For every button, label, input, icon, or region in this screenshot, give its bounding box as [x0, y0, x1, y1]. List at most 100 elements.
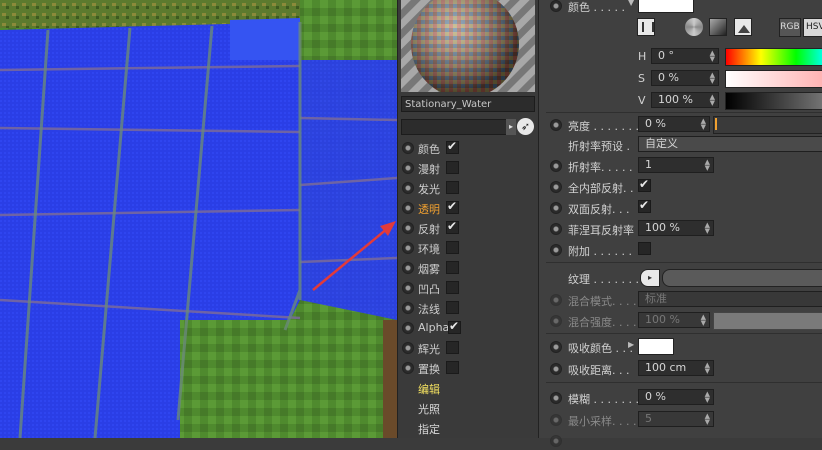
channel-row[interactable]: 透明 — [398, 198, 539, 218]
texture-label: 纹理 . . . . . . . — [568, 273, 639, 286]
channel-checkbox[interactable] — [446, 161, 459, 174]
tab-edit[interactable]: 编辑 — [418, 381, 440, 397]
additive-label: 附加 . . . . . . — [568, 245, 632, 258]
absorption-distance-input[interactable]: 100 cm ▲ ▼ — [638, 360, 714, 376]
row-double-sided: 双面反射. . . — [539, 198, 822, 217]
saturation-input[interactable]: 0 % ▲ ▼ — [651, 70, 719, 86]
channel-radio[interactable] — [402, 222, 414, 234]
value-slider[interactable] — [725, 92, 822, 110]
channel-radio[interactable] — [402, 302, 414, 314]
min-samples-animate-radio[interactable] — [550, 414, 562, 426]
channel-radio[interactable] — [402, 262, 414, 274]
fresnel-animate-radio[interactable] — [550, 223, 562, 235]
refraction-animate-radio[interactable] — [550, 160, 562, 172]
channel-row[interactable]: 辉光 — [398, 338, 539, 358]
brightness-input[interactable]: 0 % ▲ ▼ — [638, 116, 710, 132]
channel-row[interactable]: 凹凸 — [398, 278, 539, 298]
refraction-input[interactable]: 1 ▲ ▼ — [638, 157, 714, 173]
tir-checkbox[interactable] — [638, 177, 651, 192]
channel-row[interactable]: 置换 — [398, 358, 539, 378]
texture-menu-button[interactable]: ▸ — [640, 269, 660, 287]
refraction-preset-label: 折射率预设 . — [568, 140, 630, 153]
min-samples-input[interactable]: 5 ▲ ▼ — [638, 411, 714, 427]
hsv-mode-button[interactable]: HSV — [803, 18, 822, 37]
channel-radio[interactable] — [402, 342, 414, 354]
expand-triangle-icon[interactable]: ▼ — [628, 0, 634, 7]
additive-checkbox[interactable] — [638, 242, 651, 255]
channel-row[interactable]: 环境 — [398, 238, 539, 258]
color-wheel-icon[interactable] — [685, 18, 703, 36]
channel-radio[interactable] — [402, 162, 414, 174]
tir-animate-radio[interactable] — [550, 181, 562, 193]
row-blur: 模糊 . . . . . . . 0 % ▲ ▼ — [539, 389, 822, 407]
channel-checkbox[interactable] — [446, 199, 459, 214]
blend-strength-animate-radio[interactable] — [550, 315, 562, 327]
additive-animate-radio[interactable] — [550, 244, 562, 256]
absorption-distance-animate-radio[interactable] — [550, 363, 562, 375]
channel-radio[interactable] — [402, 322, 414, 334]
material-layer-field[interactable] — [401, 119, 513, 135]
absorption-color-swatch[interactable] — [638, 338, 674, 355]
saturation-slider[interactable] — [725, 70, 822, 88]
blend-mode-animate-radio[interactable] — [550, 294, 562, 306]
expand-triangle-icon[interactable]: ▶ — [628, 340, 634, 349]
blur-animate-radio[interactable] — [550, 392, 562, 404]
spectrum-icon[interactable] — [709, 18, 727, 36]
channel-checkbox[interactable] — [446, 341, 459, 354]
channel-label: 辉光 — [418, 343, 440, 356]
channel-radio[interactable] — [402, 142, 414, 154]
fresnel-input[interactable]: 100 % ▲ ▼ — [638, 220, 714, 236]
color-picker-icon[interactable] — [637, 18, 655, 36]
blur-input[interactable]: 0 % ▲ ▼ — [638, 389, 714, 405]
channel-radio[interactable] — [402, 242, 414, 254]
blend-strength-input[interactable]: 100 % ▲ ▼ — [638, 312, 710, 328]
3d-viewport[interactable] — [0, 0, 397, 438]
tab-illumination[interactable]: 光照 — [418, 401, 440, 417]
blend-mode-dropdown[interactable]: 标准 — [638, 291, 822, 307]
image-icon[interactable] — [734, 18, 752, 36]
layer-arrow-button[interactable]: ▸ — [506, 119, 516, 135]
hue-slider[interactable] — [725, 48, 822, 66]
double-sided-animate-radio[interactable] — [550, 202, 562, 214]
animate-radio[interactable] — [550, 0, 562, 12]
channel-row[interactable]: 漫射 — [398, 158, 539, 178]
channel-radio[interactable] — [402, 182, 414, 194]
brightness-animate-radio[interactable] — [550, 119, 562, 131]
texture-slot[interactable] — [662, 269, 822, 287]
channel-checkbox[interactable] — [446, 241, 459, 254]
color-swatch[interactable] — [638, 0, 694, 13]
channel-row[interactable]: 法线 — [398, 298, 539, 318]
channel-checkbox[interactable] — [446, 139, 459, 154]
channel-radio[interactable] — [402, 202, 414, 214]
channel-row[interactable]: 烟雾 — [398, 258, 539, 278]
pick-cursor-icon[interactable]: ➶ — [517, 118, 534, 135]
channel-checkbox[interactable] — [446, 361, 459, 374]
rgb-mode-button[interactable]: RGB — [779, 18, 801, 37]
divider — [546, 333, 822, 334]
saturation-label: S — [638, 72, 645, 85]
hue-input[interactable]: 0 ° ▲ ▼ — [651, 48, 719, 64]
channel-checkbox[interactable] — [446, 181, 459, 194]
material-preview[interactable] — [401, 0, 535, 92]
channel-checkbox[interactable] — [446, 281, 459, 294]
absorption-color-animate-radio[interactable] — [550, 341, 562, 353]
channel-row[interactable]: Alpha — [398, 318, 539, 338]
brightness-slider[interactable] — [713, 116, 822, 134]
next-animate-radio[interactable] — [550, 435, 562, 447]
row-refraction-preset: 折射率预设 . 自定义 — [539, 136, 822, 154]
refraction-preset-dropdown[interactable]: 自定义 — [638, 136, 822, 152]
channel-row[interactable]: 发光 — [398, 178, 539, 198]
channel-radio[interactable] — [402, 362, 414, 374]
channel-checkbox[interactable] — [446, 261, 459, 274]
channel-row[interactable]: 反射 — [398, 218, 539, 238]
channel-row[interactable]: 颜色 — [398, 138, 539, 158]
material-name-field[interactable]: Stationary_Water — [401, 96, 535, 112]
channel-checkbox[interactable] — [446, 219, 459, 234]
channel-checkbox[interactable] — [446, 301, 459, 314]
channel-radio[interactable] — [402, 282, 414, 294]
double-sided-checkbox[interactable] — [638, 198, 651, 213]
tab-assign[interactable]: 指定 — [418, 421, 440, 437]
channel-checkbox[interactable] — [448, 319, 461, 334]
blend-strength-slider[interactable] — [713, 312, 822, 330]
value-input[interactable]: 100 % ▲ ▼ — [651, 92, 719, 108]
